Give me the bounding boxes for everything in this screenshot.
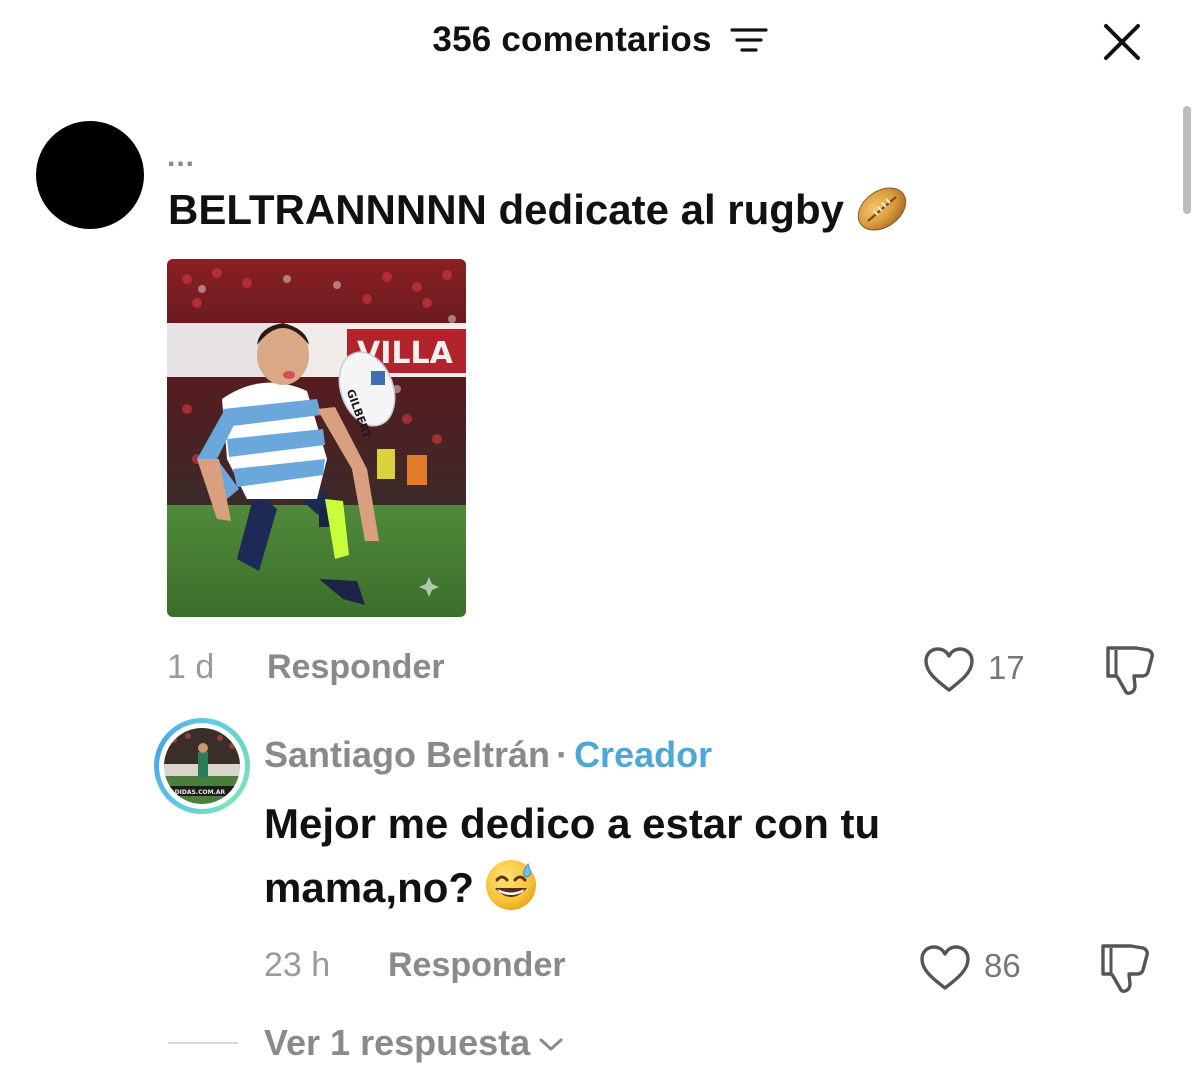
reply-time: 23 h [264,946,331,984]
like-count: 17 [988,649,1025,686]
like-button[interactable]: 17 [920,640,1030,700]
comment-body: BELTRANNNNN dedicate al rugby [168,186,844,233]
grinning-sweat-emoji [486,859,537,910]
reply-reply-button[interactable]: Responder [388,946,566,985]
avatar-ring-gap: ADIDAS.COM.AR [159,723,245,809]
thread-divider [168,1042,238,1044]
comments-count-title: 356 comentarios [432,19,712,59]
comment-meta-row: 1 d Responder 17 [0,640,1200,700]
name-separator: · [556,734,569,775]
reply-text: Mejor me dedico a estar con tu mama,no? [264,792,1084,920]
reply-body: Mejor me dedico a estar con tu mama,no? [264,800,881,911]
comment-time: 1 d [167,648,215,686]
chevron-down-icon [539,1038,563,1051]
rugby-ball-emoji [857,187,907,231]
comments-header: 356 comentarios [0,0,1200,82]
dislike-icon[interactable] [1100,642,1156,698]
comments-panel: 356 comentarios ... BELTRANNNNN dedicate… [0,0,1200,1077]
creator-username[interactable]: Santiago Beltrán [264,734,550,775]
creator-badge: Creador [574,734,713,775]
reply-like-count: 86 [984,947,1021,984]
view-replies-row: Ver 1 respuesta [0,1018,1200,1068]
creator-avatar[interactable]: ADIDAS.COM.AR [154,718,250,814]
close-icon[interactable] [1100,20,1144,64]
sort-icon[interactable] [729,26,768,54]
commenter-avatar[interactable] [36,121,144,229]
creator-avatar-photo: ADIDAS.COM.AR [164,728,240,804]
heart-icon [920,945,970,990]
reply-like-button[interactable]: 86 [916,940,1036,1000]
svg-text:ADIDAS.COM.AR: ADIDAS.COM.AR [170,789,225,796]
commenter-username[interactable]: ... [167,140,195,174]
reply-meta-row: 23 h Responder 86 [0,940,1200,1000]
view-replies-button[interactable]: Ver 1 respuesta [264,1022,564,1064]
comments-title-bar[interactable]: 356 comentarios [0,18,1200,60]
dislike-icon[interactable] [1095,940,1151,996]
rugby-player-photo: VILLA GILBERT [167,259,466,617]
creator-name-row: Santiago Beltrán · Creador [264,734,712,776]
reply-button[interactable]: Responder [267,648,445,687]
view-replies-label: Ver 1 respuesta [264,1022,531,1063]
comment-photo[interactable]: VILLA GILBERT [167,259,466,617]
scrollbar[interactable] [1183,106,1191,214]
comment-text: BELTRANNNNN dedicate al rugby [168,186,910,239]
heart-icon [924,647,974,692]
